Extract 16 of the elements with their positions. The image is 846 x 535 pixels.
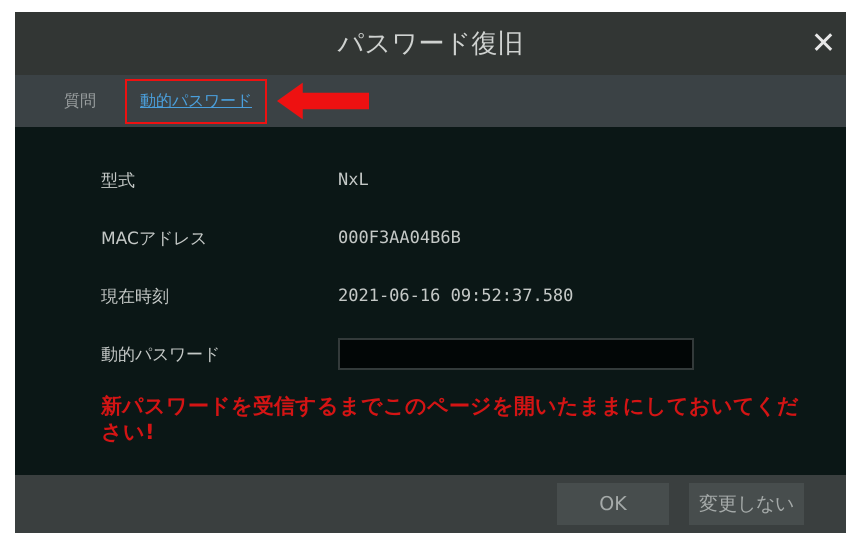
- window-title: パスワード復旧: [338, 28, 524, 61]
- input-field[interactable]: [338, 338, 694, 370]
- field-label: 型式: [101, 170, 136, 192]
- tab[interactable]: 質問: [62, 90, 98, 112]
- tab[interactable]: 動的パスワード: [138, 90, 254, 112]
- field-value: 2021-06-16 09:52:37.580: [338, 286, 574, 306]
- warning-text: 新パスワードを受信するまでこのページを開いたままにしておいてください!: [101, 393, 800, 445]
- arrow-icon: [277, 82, 369, 120]
- close-button[interactable]: ✕: [806, 26, 840, 61]
- field-label: MACアドレス: [101, 228, 208, 250]
- field-value: NxL: [338, 170, 369, 190]
- dialog-button[interactable]: OK: [557, 483, 669, 525]
- field-value: 000F3AA04B6B: [338, 228, 461, 248]
- dialog-button[interactable]: 変更しない: [689, 483, 804, 525]
- field-label: 現在時刻: [101, 286, 170, 308]
- field-label: 動的パスワード: [101, 344, 221, 366]
